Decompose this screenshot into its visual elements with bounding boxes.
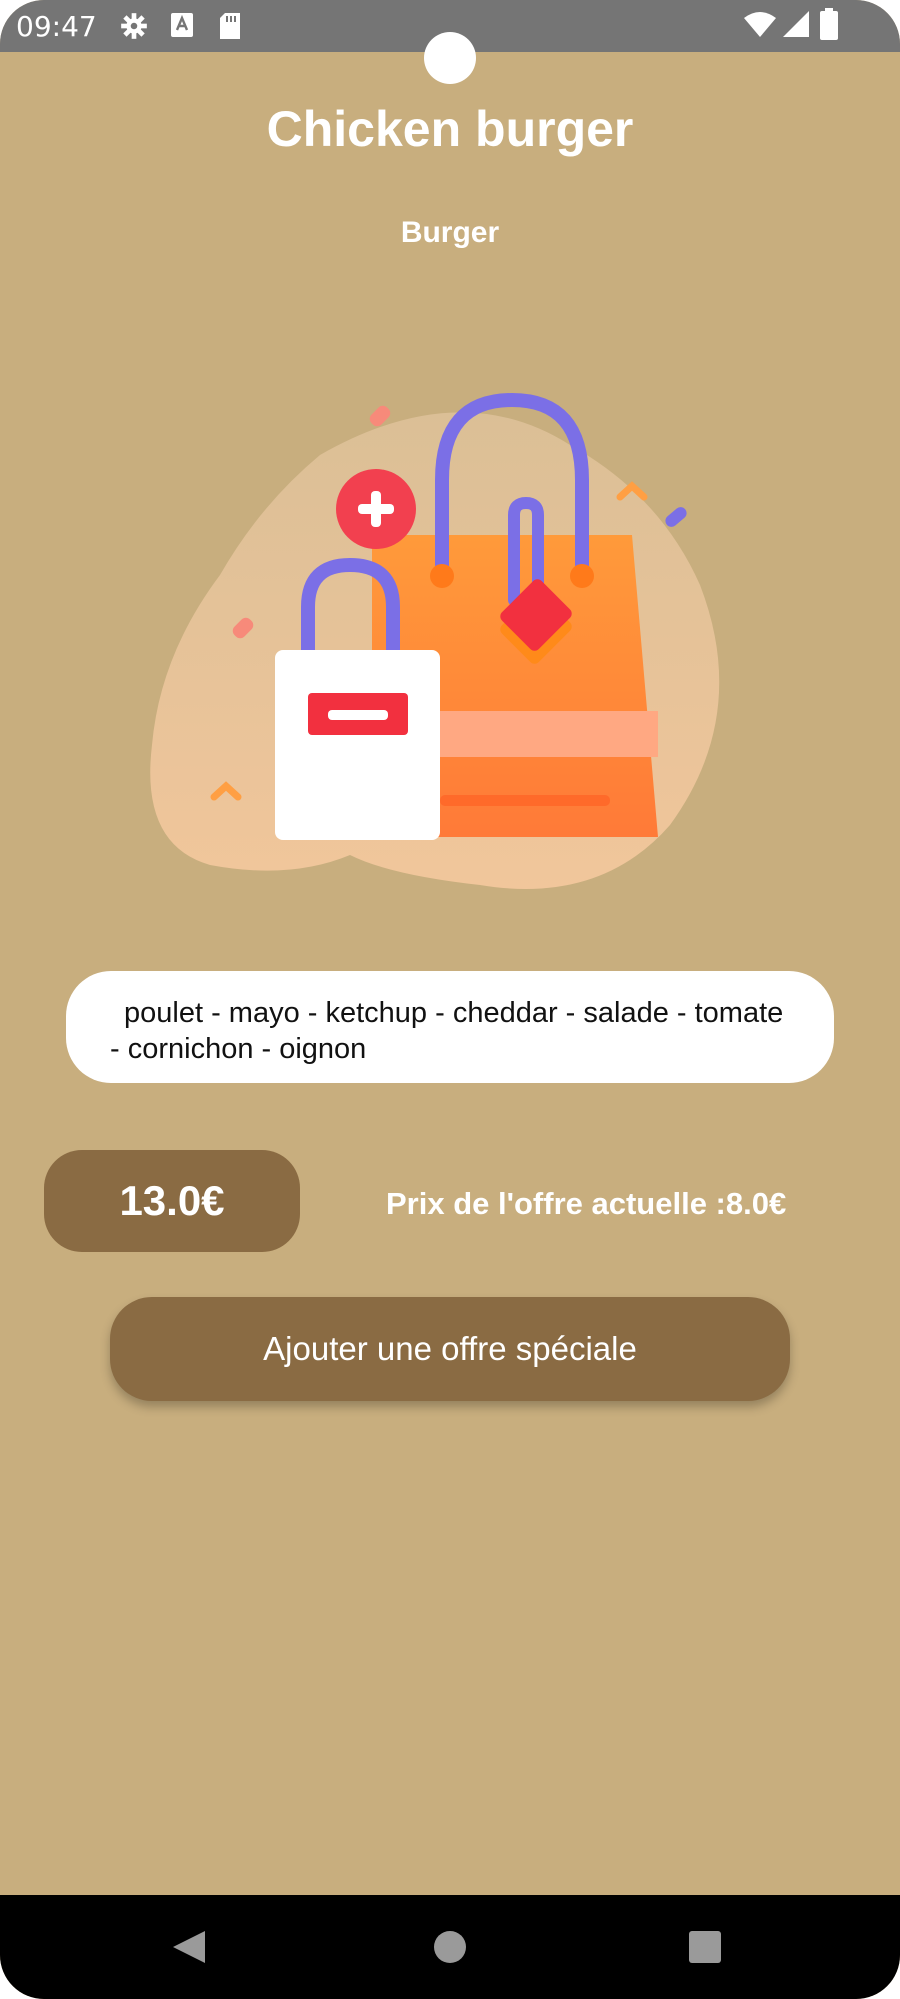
current-offer-text: Prix de l'offre actuelle :8.0€ [386, 1186, 786, 1222]
camera-cutout [424, 32, 476, 84]
product-title: Chicken burger [266, 101, 634, 157]
a-square-icon [170, 12, 194, 43]
product-category: Burger [400, 216, 500, 249]
navigation-bar [0, 1895, 900, 1999]
gear-icon [120, 12, 148, 45]
recents-button[interactable] [650, 1895, 760, 1999]
home-icon [434, 1931, 466, 1963]
ingredients-text: poulet - mayo - ketchup - cheddar - sala… [110, 997, 784, 1065]
add-special-offer-button[interactable]: Ajouter une offre spéciale [110, 1297, 790, 1401]
battery-icon [820, 8, 838, 45]
price-badge: 13.0€ [44, 1150, 300, 1252]
offer-label: Prix de l'offre actuelle : [386, 1186, 726, 1221]
recents-icon [689, 1931, 721, 1963]
back-icon [173, 1931, 205, 1963]
phone-screen: 09:47 Chicken burger Burger poulet - may… [0, 0, 900, 1999]
home-button[interactable] [395, 1895, 505, 1999]
signal-icon [782, 10, 810, 43]
offer-value: 8.0€ [725, 1186, 787, 1221]
back-button[interactable] [135, 1895, 245, 1999]
sd-card-icon [218, 12, 242, 45]
wifi-icon [744, 10, 776, 43]
ingredients-box: poulet - mayo - ketchup - cheddar - sala… [66, 971, 834, 1083]
shopping-bags-illustration [140, 385, 760, 910]
status-time: 09:47 [16, 10, 97, 43]
